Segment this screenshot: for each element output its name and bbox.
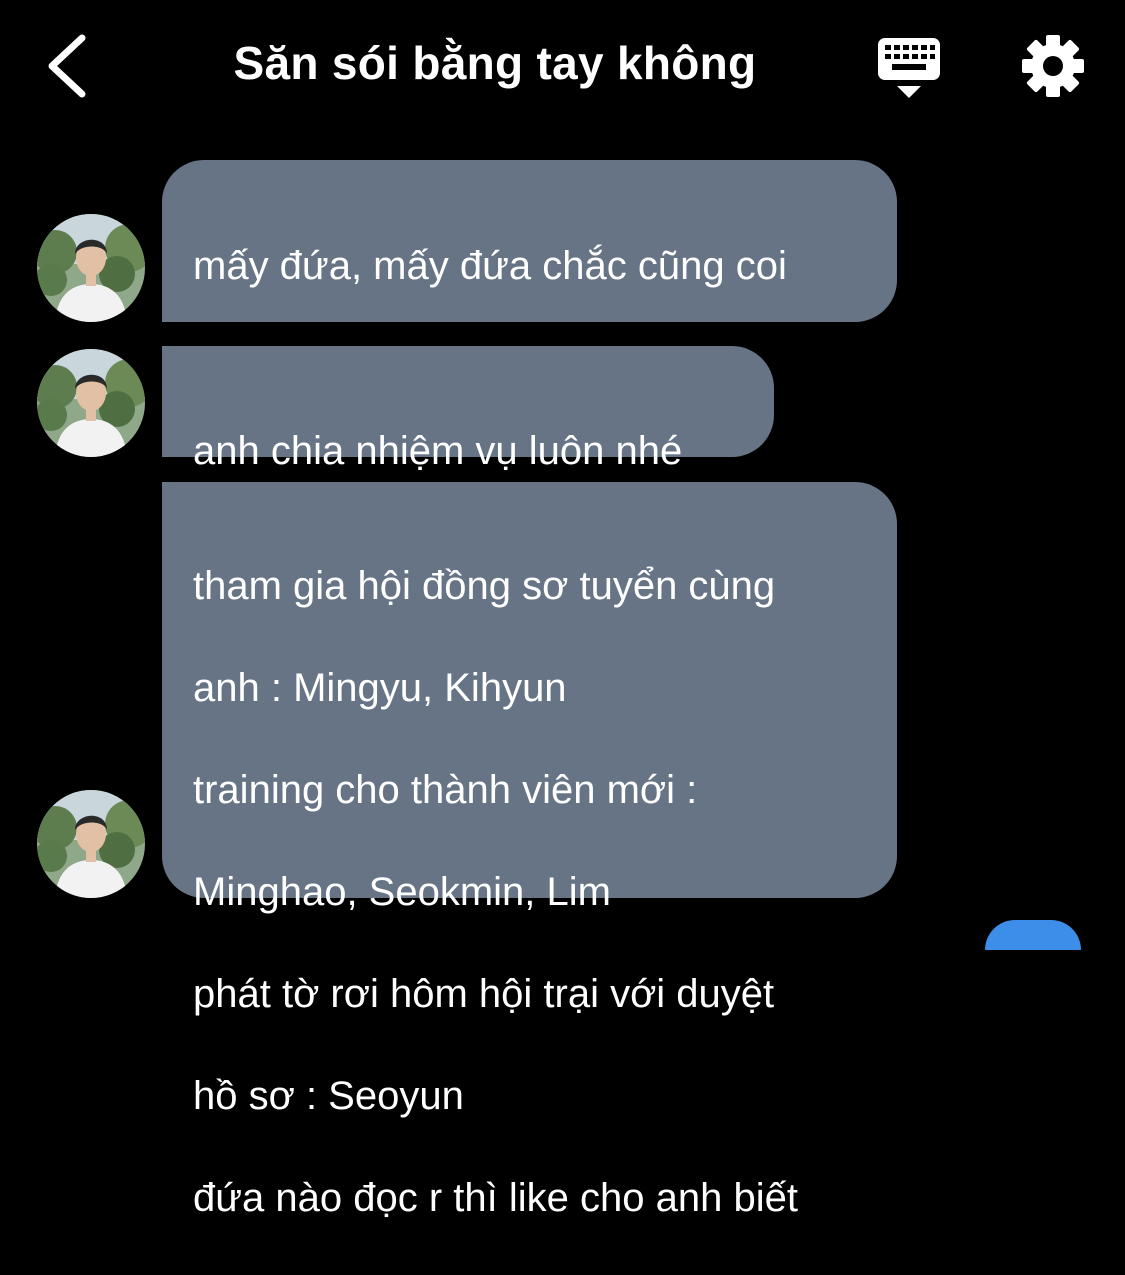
sender-avatar[interactable]: [37, 790, 145, 898]
message-text-line: đứa nào đọc r thì like cho anh biết: [193, 1176, 798, 1220]
avatar-photo: [37, 214, 145, 322]
chat-title: Săn sói bằng tay không: [233, 37, 757, 89]
message-text-line: tham gia hội đồng sơ tuyển cùng: [193, 564, 776, 608]
message-text-line: anh chia nhiệm vụ luôn nhé: [193, 429, 683, 473]
message-text-line: hồ sơ : Seoyun: [193, 1074, 464, 1118]
sender-avatar[interactable]: [37, 349, 145, 457]
message-bubble[interactable]: mấy đứa, mấy đứa chắc cũng coi thông báo…: [162, 160, 897, 390]
avatar-photo: [37, 349, 145, 457]
settings-button[interactable]: [1020, 33, 1086, 99]
back-button[interactable]: [38, 30, 98, 102]
keyboard-icon: [878, 38, 940, 98]
message-text-line: phát tờ rơi hôm hội trại với duyệt: [193, 972, 775, 1016]
gear-icon: [1022, 35, 1084, 97]
avatar-photo: [37, 790, 145, 898]
outgoing-message-bubble-edge: [985, 920, 1081, 950]
message-text-line: training cho thành viên mới :: [193, 768, 698, 812]
message-text-line: Minghao, Seokmin, Lim: [193, 870, 611, 914]
message-bubble[interactable]: anh chia nhiệm vụ luôn nhé: [162, 346, 774, 473]
keyboard-button[interactable]: [875, 36, 943, 102]
message-text-line: anh : Mingyu, Kihyun: [193, 666, 567, 710]
message-bubble[interactable]: tham gia hội đồng sơ tuyển cùng anh : Mi…: [162, 482, 897, 1220]
chevron-left-icon: [48, 34, 86, 98]
message-text-line: mấy đứa, mấy đứa chắc cũng coi: [193, 244, 787, 288]
chat-header: Săn sói bằng tay không: [0, 0, 1125, 135]
sender-avatar[interactable]: [37, 214, 145, 322]
